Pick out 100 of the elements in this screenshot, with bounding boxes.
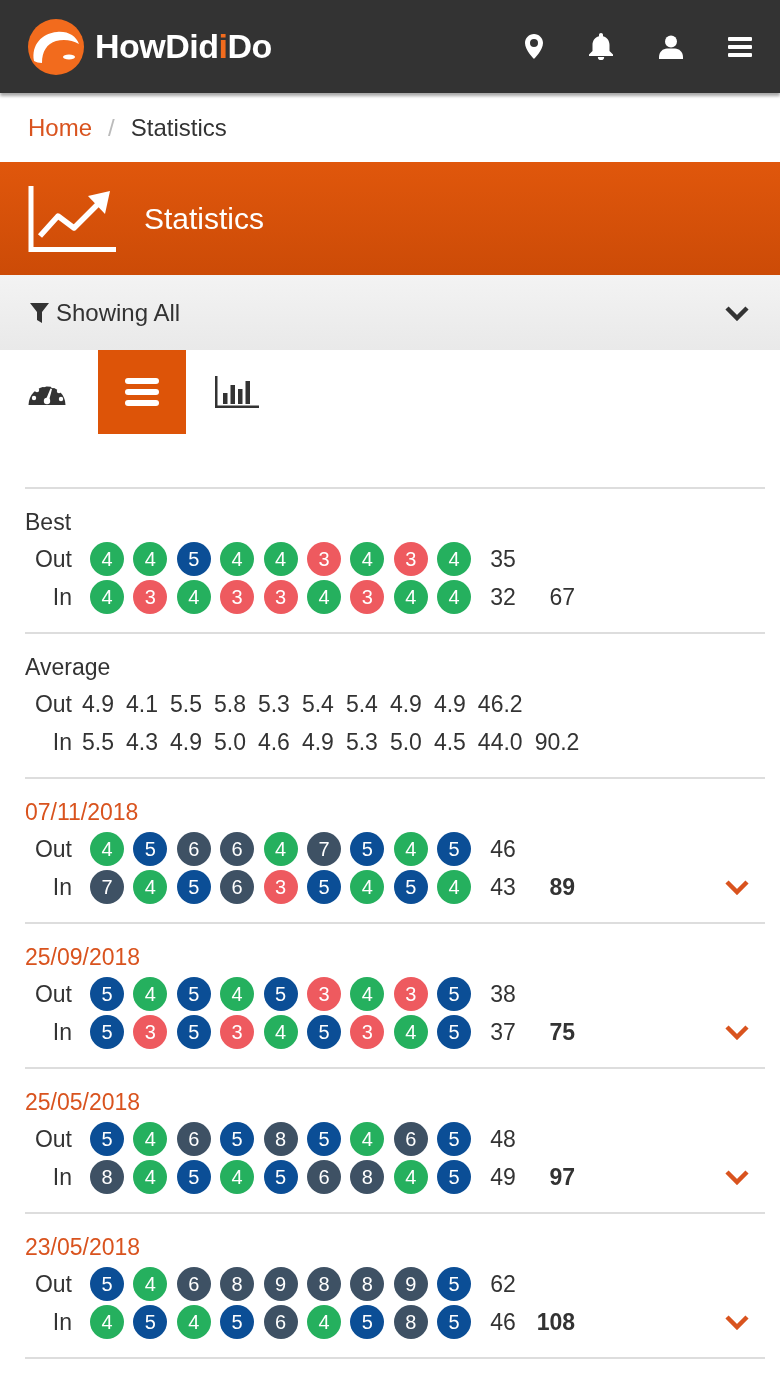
hole-score: 5 bbox=[176, 870, 211, 904]
average-value: 5.4 bbox=[345, 690, 378, 718]
hole-score: 8 bbox=[306, 1267, 341, 1301]
location-pin-icon[interactable] bbox=[525, 34, 543, 59]
hole-score: 5 bbox=[133, 1305, 168, 1339]
round-date[interactable]: 23/05/2018 bbox=[25, 1232, 765, 1262]
hole-score: 5 bbox=[437, 1015, 472, 1049]
nine-total: 49 bbox=[490, 1163, 517, 1191]
hole-score: 4 bbox=[133, 1267, 168, 1301]
hole-score: 3 bbox=[133, 580, 168, 614]
nine-total: 35 bbox=[490, 545, 517, 573]
average-value: 4.1 bbox=[126, 690, 158, 718]
hole-score: 3 bbox=[393, 542, 428, 576]
hole-score: 9 bbox=[393, 1267, 428, 1301]
nine-total: 46 bbox=[490, 835, 517, 863]
hole-score: 5 bbox=[306, 1015, 341, 1049]
nine-total: 48 bbox=[490, 1125, 517, 1153]
hole-score: 8 bbox=[90, 1160, 124, 1194]
hole-score: 4 bbox=[133, 542, 168, 576]
round-date[interactable]: 25/09/2018 bbox=[25, 942, 765, 972]
average-value: 5.0 bbox=[389, 728, 422, 756]
row-label: Out bbox=[33, 690, 72, 718]
average-value: 4.5 bbox=[433, 728, 466, 756]
row-label: Out bbox=[33, 1270, 72, 1298]
hole-score: 5 bbox=[133, 832, 168, 866]
hole-score: 6 bbox=[220, 832, 255, 866]
chevron-down-icon[interactable] bbox=[724, 1169, 750, 1185]
nine-total: 43 bbox=[490, 873, 517, 901]
hole-score: 4 bbox=[437, 580, 472, 614]
filter-icon bbox=[30, 302, 49, 323]
hole-score: 4 bbox=[393, 580, 428, 614]
bar-chart-icon bbox=[215, 376, 259, 408]
filter-dropdown[interactable]: Showing All bbox=[0, 275, 780, 350]
breadcrumb-separator: / bbox=[108, 113, 115, 142]
hole-score: 4 bbox=[176, 580, 211, 614]
average-value: 5.5 bbox=[169, 690, 202, 718]
hole-score: 4 bbox=[393, 1015, 428, 1049]
hole-score: 5 bbox=[90, 977, 124, 1011]
hole-score: 3 bbox=[263, 870, 298, 904]
average-value: 4.9 bbox=[82, 690, 114, 718]
hole-score: 4 bbox=[263, 542, 298, 576]
round-date[interactable]: 07/11/2018 bbox=[25, 797, 765, 827]
hole-score: 4 bbox=[350, 870, 385, 904]
hole-score: 8 bbox=[350, 1160, 385, 1194]
hole-score: 5 bbox=[306, 870, 341, 904]
hole-score: 3 bbox=[306, 542, 341, 576]
hole-score: 4 bbox=[393, 1160, 428, 1194]
user-icon[interactable] bbox=[659, 34, 683, 59]
hole-score: 3 bbox=[306, 977, 341, 1011]
row-label: Out bbox=[33, 1125, 72, 1153]
hole-score: 8 bbox=[393, 1305, 428, 1339]
chevron-down-icon[interactable] bbox=[724, 879, 750, 895]
logo-text[interactable]: HowDidiDo bbox=[95, 27, 272, 66]
hole-score: 8 bbox=[220, 1267, 255, 1301]
hole-score: 6 bbox=[176, 1267, 211, 1301]
hole-score: 4 bbox=[90, 1305, 124, 1339]
hole-score: 5 bbox=[437, 977, 472, 1011]
section-title: Average bbox=[25, 653, 112, 682]
breadcrumb-link[interactable]: Home bbox=[28, 113, 93, 142]
chevron-down-icon[interactable] bbox=[724, 1024, 750, 1040]
hole-score: 5 bbox=[220, 1305, 255, 1339]
hole-score: 3 bbox=[220, 580, 255, 614]
hole-score: 3 bbox=[263, 580, 298, 614]
hole-score: 4 bbox=[133, 1160, 168, 1194]
hole-score: 4 bbox=[306, 1305, 341, 1339]
nine-total: 37 bbox=[490, 1018, 517, 1046]
average-total: 44.0 bbox=[477, 728, 523, 756]
trend-chart-icon bbox=[28, 185, 116, 252]
round-date[interactable]: 25/05/2018 bbox=[25, 1087, 765, 1117]
row-label: In bbox=[51, 1308, 72, 1336]
hole-score: 5 bbox=[263, 1160, 298, 1194]
row-label: In bbox=[51, 583, 72, 611]
nine-total: 32 bbox=[490, 583, 517, 611]
round-total: 89 bbox=[548, 873, 576, 901]
hole-score: 5 bbox=[176, 1160, 211, 1194]
hole-score: 4 bbox=[220, 1160, 255, 1194]
nine-total: 62 bbox=[490, 1270, 517, 1298]
menu-icon[interactable] bbox=[728, 36, 752, 57]
hole-score: 3 bbox=[133, 1015, 168, 1049]
average-value: 4.9 bbox=[433, 690, 466, 718]
row-label: In bbox=[51, 873, 72, 901]
bell-icon[interactable] bbox=[588, 33, 614, 60]
average-value: 4.6 bbox=[257, 728, 290, 756]
average-value: 4.3 bbox=[126, 728, 158, 756]
hole-score: 5 bbox=[90, 1122, 124, 1156]
hole-score: 4 bbox=[133, 870, 168, 904]
hole-score: 6 bbox=[306, 1160, 341, 1194]
hole-score: 5 bbox=[176, 977, 211, 1011]
round-total: 97 bbox=[548, 1163, 576, 1191]
hole-score: 6 bbox=[220, 870, 255, 904]
hole-score: 4 bbox=[133, 977, 168, 1011]
hole-score: 3 bbox=[350, 580, 385, 614]
section-title: Best bbox=[25, 508, 73, 537]
chevron-down-icon[interactable] bbox=[724, 1314, 750, 1330]
logo-icon[interactable] bbox=[28, 18, 84, 75]
hole-score: 5 bbox=[176, 1015, 211, 1049]
gross-total: 67 bbox=[548, 583, 576, 611]
row-label: In bbox=[51, 728, 72, 756]
hole-score: 4 bbox=[176, 1305, 211, 1339]
hole-score: 4 bbox=[393, 832, 428, 866]
